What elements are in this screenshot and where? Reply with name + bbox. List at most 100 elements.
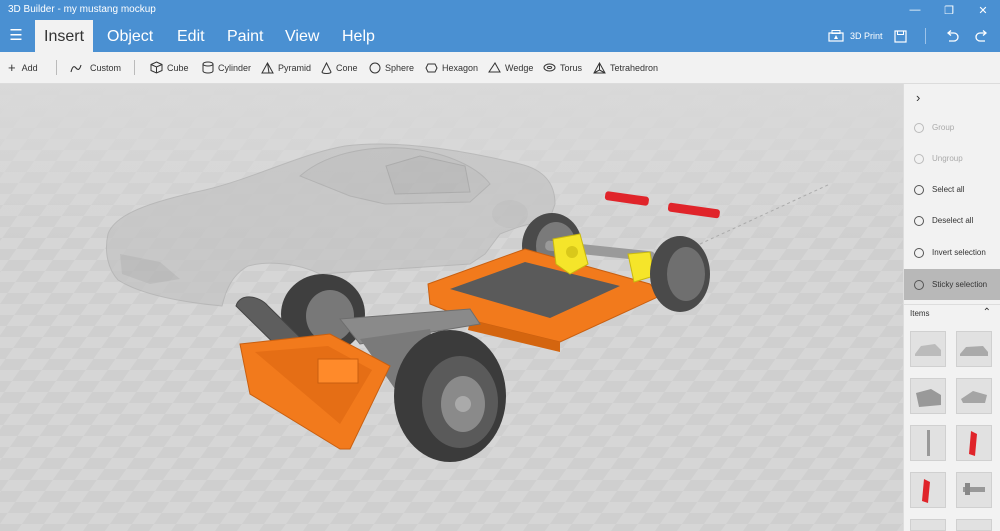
ungroup-button[interactable]: Ungroup <box>904 143 1000 174</box>
item-thumbnail[interactable] <box>910 425 946 461</box>
scene-canvas <box>0 84 903 531</box>
tab-help[interactable]: Help <box>333 20 384 52</box>
item-thumbnail[interactable] <box>956 331 992 367</box>
redo-button[interactable] <box>975 26 989 46</box>
front-right-wheel[interactable] <box>394 330 506 462</box>
pyramid-label: Pyramid <box>278 62 312 73</box>
tab-object[interactable]: Object <box>98 20 162 52</box>
toolbar-divider <box>56 60 57 75</box>
sticky-selection-button[interactable]: Sticky selection <box>904 269 1000 300</box>
ribbon: ☰ Insert Object Edit Paint View Help 3D … <box>0 20 1000 52</box>
tetrahedron-icon <box>593 61 606 73</box>
3d-viewport[interactable] <box>0 84 903 531</box>
items-header[interactable]: Items ⌃ <box>904 304 1000 321</box>
select-all-button[interactable]: Select all <box>904 174 1000 205</box>
tab-paint[interactable]: Paint <box>218 20 272 52</box>
wedge-button[interactable]: Wedge <box>488 52 533 83</box>
ungroup-label: Ungroup <box>932 154 963 163</box>
selection-panel: › Group Ungroup Select all Deselect all … <box>903 84 1000 531</box>
torus-button[interactable]: Torus <box>543 52 582 83</box>
ungroup-icon <box>914 153 924 164</box>
cone-icon <box>321 61 332 74</box>
cube-icon <box>150 61 163 74</box>
redo-icon <box>975 30 988 42</box>
toolbar-divider <box>134 60 135 75</box>
sticky-selection-label: Sticky selection <box>932 280 988 289</box>
rod-thumb-icon <box>927 430 930 456</box>
invert-selection-icon <box>914 247 924 258</box>
sphere-label: Sphere <box>385 62 415 73</box>
select-all-label: Select all <box>932 185 965 194</box>
printer-icon <box>828 30 844 42</box>
minimize-icon: — <box>909 4 921 16</box>
save-button[interactable] <box>894 26 907 46</box>
maximize-button[interactable]: ❐ <box>932 0 966 20</box>
group-label: Group <box>932 123 955 132</box>
red-part-thumb-icon <box>922 479 930 503</box>
3d-print-button[interactable]: 3D Print <box>828 26 883 46</box>
item-thumbnail[interactable] <box>910 378 946 414</box>
chassis-thumb-icon <box>916 389 941 407</box>
pyramid-button[interactable]: Pyramid <box>261 52 311 83</box>
group-icon <box>914 122 924 133</box>
torus-label: Torus <box>560 62 583 73</box>
items-label: Items <box>910 309 930 318</box>
car-body-thumb-icon <box>915 344 941 356</box>
deselect-all-button[interactable]: Deselect all <box>904 205 1000 236</box>
deselect-all-label: Deselect all <box>932 216 974 225</box>
item-thumbnail[interactable] <box>956 425 992 461</box>
collapse-chevron-icon: ⌃ <box>982 307 991 318</box>
window-title: 3D Builder - my mustang mockup <box>8 4 156 15</box>
add-button[interactable]: + Add <box>8 52 38 83</box>
custom-label: Custom <box>90 62 122 73</box>
hexagon-label: Hexagon <box>442 62 479 73</box>
title-bar: 3D Builder - my mustang mockup — ❐ ✕ <box>0 0 1000 20</box>
group-button[interactable]: Group <box>904 112 1000 143</box>
red-part-thumb-icon <box>969 431 977 456</box>
cone-label: Cone <box>336 62 358 73</box>
car-side-thumb-icon <box>960 346 988 356</box>
item-thumbnail[interactable] <box>956 519 992 531</box>
sphere-button[interactable]: Sphere <box>369 52 414 83</box>
sphere-icon <box>369 62 381 73</box>
deselect-all-icon <box>914 215 924 226</box>
cone-button[interactable]: Cone <box>321 52 358 83</box>
hexagon-button[interactable]: Hexagon <box>425 52 478 83</box>
cube-label: Cube <box>167 62 189 73</box>
invert-selection-button[interactable]: Invert selection <box>904 237 1000 268</box>
axle-thumb-icon <box>963 483 985 495</box>
hexagon-icon <box>425 63 438 72</box>
tetrahedron-button[interactable]: Tetrahedron <box>593 52 658 83</box>
cylinder-button[interactable]: Cylinder <box>202 52 251 83</box>
minimize-button[interactable]: — <box>898 0 932 20</box>
item-thumbnail[interactable] <box>956 472 992 508</box>
custom-button[interactable]: Custom <box>70 52 121 83</box>
item-thumbnail[interactable] <box>910 519 946 531</box>
custom-icon <box>70 64 82 72</box>
cube-button[interactable]: Cube <box>150 52 189 83</box>
cylinder-icon <box>202 61 214 74</box>
add-label: Add <box>21 62 38 73</box>
tab-view[interactable]: View <box>276 20 328 52</box>
torus-icon <box>543 63 556 72</box>
cylinder-label: Cylinder <box>218 62 252 73</box>
undo-button[interactable] <box>945 26 959 46</box>
close-button[interactable]: ✕ <box>966 0 1000 20</box>
expand-panel-chevron-icon[interactable]: › <box>916 90 920 105</box>
tab-insert[interactable]: Insert <box>35 20 94 52</box>
undo-icon <box>946 30 959 42</box>
close-icon: ✕ <box>978 4 988 17</box>
tab-edit[interactable]: Edit <box>168 20 214 52</box>
pyramid-icon <box>261 61 274 73</box>
item-thumbnail[interactable] <box>956 378 992 414</box>
hamburger-menu-icon[interactable]: ☰ <box>6 26 26 46</box>
item-thumbnail[interactable] <box>910 472 946 508</box>
ribbon-divider <box>925 28 926 44</box>
tetrahedron-label: Tetrahedron <box>610 62 659 73</box>
insert-toolbar: + Add Custom Cube Cylinder Pyramid Cone S… <box>0 52 1000 84</box>
item-thumbnail[interactable] <box>910 331 946 367</box>
3d-print-label: 3D Print <box>850 31 883 41</box>
rear-right-wheel[interactable] <box>650 236 710 312</box>
wedge-icon <box>488 62 501 73</box>
select-all-icon <box>914 184 924 195</box>
